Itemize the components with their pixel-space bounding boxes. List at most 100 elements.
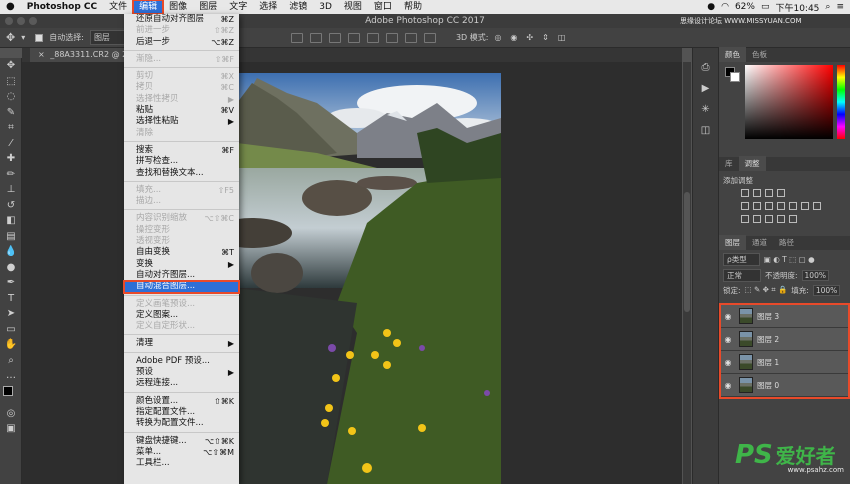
tool-preset-chevron-icon[interactable]: ▾ xyxy=(21,33,25,42)
wifi-icon[interactable]: ◠ xyxy=(721,2,729,12)
visibility-eye-icon[interactable]: ◉ xyxy=(721,358,735,367)
hand-tool-button[interactable]: ✋ xyxy=(0,337,22,353)
edit-menu-item[interactable]: 颜色设置... ⇧⌘K xyxy=(124,396,239,407)
tab-adjustments[interactable]: 调整 xyxy=(738,156,766,171)
edit-menu-item[interactable]: 变换 ▶ xyxy=(124,259,239,270)
edit-menu-item[interactable]: 后退一步 ⌥⌘Z xyxy=(124,37,239,48)
levels-icon[interactable] xyxy=(753,189,761,197)
invert-icon[interactable] xyxy=(741,215,749,223)
edit-menu-item[interactable]: 自动对齐图层... xyxy=(124,270,239,281)
align-right-icon[interactable] xyxy=(385,32,398,43)
menu-window[interactable]: 窗口 xyxy=(368,0,398,14)
edit-menu-item[interactable]: 远程连接... xyxy=(124,378,239,389)
curves-icon[interactable] xyxy=(765,189,773,197)
path-select-tool-button[interactable]: ➤ xyxy=(0,306,22,322)
auto-select-checkbox[interactable] xyxy=(35,33,44,42)
properties-panel-icon[interactable]: ✳ xyxy=(701,104,709,115)
battery-icon[interactable]: ▭ xyxy=(761,2,770,12)
history-panel-icon[interactable]: ⎙ xyxy=(702,62,710,73)
dodge-tool-button[interactable]: ● xyxy=(0,260,22,276)
menu-view[interactable]: 视图 xyxy=(338,0,368,14)
scrollbar-thumb[interactable] xyxy=(684,192,690,312)
shape-tool-button[interactable]: ▭ xyxy=(0,322,22,338)
slide-3d-icon[interactable]: ⇕ xyxy=(542,33,549,42)
gradient-tool-button[interactable]: ▤ xyxy=(0,229,22,245)
visibility-eye-icon[interactable]: ◉ xyxy=(721,312,735,321)
tab-color[interactable]: 颜色 xyxy=(719,47,746,62)
align-top-icon[interactable] xyxy=(290,32,303,43)
search-icon[interactable]: ⌕ xyxy=(825,2,830,12)
menu-filter[interactable]: 滤镜 xyxy=(283,0,313,14)
opacity-input[interactable]: 100% xyxy=(801,269,829,281)
exposure-icon[interactable] xyxy=(777,189,785,197)
edit-menu-item[interactable]: 清理 ▶ xyxy=(124,338,239,349)
align-bottom-icon[interactable] xyxy=(328,32,341,43)
menu-image[interactable]: 图像 xyxy=(163,0,193,14)
fill-input[interactable]: 100% xyxy=(812,284,841,296)
brightness-icon[interactable] xyxy=(741,189,749,197)
hue-sat-icon[interactable] xyxy=(753,202,761,210)
align-vcenter-icon[interactable] xyxy=(309,32,322,43)
edit-menu-item[interactable]: Adobe PDF 预设... xyxy=(124,356,239,367)
distribute-h-icon[interactable] xyxy=(423,32,436,43)
edit-menu-item[interactable]: 自由变换 ⌘T xyxy=(124,247,239,258)
move-tool-icon[interactable]: ✥ xyxy=(6,31,15,44)
crop-tool-button[interactable]: ⌗ xyxy=(0,120,22,136)
edit-menu-item[interactable]: 键盘快捷键... ⌥⇧⌘K xyxy=(124,436,239,447)
pan-3d-icon[interactable]: ✣ xyxy=(526,33,533,42)
marquee-tool-button[interactable]: ⬚ xyxy=(0,74,22,90)
clone-stamp-tool-button[interactable]: ⊥ xyxy=(0,182,22,198)
zoom-button[interactable] xyxy=(29,17,37,25)
eraser-tool-button[interactable]: ◧ xyxy=(0,213,22,229)
edit-menu-item[interactable]: 自动混合图层... xyxy=(123,280,240,294)
edit-menu-item[interactable]: 选择性粘贴 ▶ xyxy=(124,116,239,127)
edit-menu-item[interactable]: 菜单... ⌥⇧⌘M xyxy=(124,447,239,458)
type-tool-button[interactable]: T xyxy=(0,291,22,307)
tab-layers[interactable]: 图层 xyxy=(719,235,746,250)
clock[interactable]: 下午10:45 xyxy=(775,1,819,14)
color-picker-field[interactable] xyxy=(745,65,833,139)
edit-menu-item[interactable]: 定义图案... xyxy=(124,310,239,321)
eyedropper-tool-button[interactable]: ⁄ xyxy=(0,136,22,152)
tab-swatches[interactable]: 色板 xyxy=(746,47,773,62)
layer-row[interactable]: ◉ 图层 2 xyxy=(721,328,848,351)
document-tab[interactable]: × _88A3311.CR2 @ 20.6%( xyxy=(30,48,130,62)
blur-tool-button[interactable]: 💧 xyxy=(0,244,22,260)
layer-row[interactable]: ◉ 图层 3 xyxy=(721,305,848,328)
auto-select-dropdown[interactable]: 图层 xyxy=(89,30,125,45)
edit-menu-item[interactable]: 转换为配置文件... xyxy=(124,418,239,429)
actions-panel-icon[interactable]: ▶ xyxy=(702,83,710,94)
tab-channels[interactable]: 通道 xyxy=(746,235,773,250)
quick-select-tool-button[interactable]: ✎ xyxy=(0,105,22,121)
more-tools-button[interactable]: … xyxy=(0,368,22,384)
filter-icons[interactable]: ▣ ◐ T ⬚ ▢ ● xyxy=(764,255,815,264)
gradient-map-icon[interactable] xyxy=(777,215,785,223)
photo-filter-icon[interactable] xyxy=(789,202,797,210)
lasso-tool-button[interactable]: ◌ xyxy=(0,89,22,105)
history-brush-tool-button[interactable]: ↺ xyxy=(0,198,22,214)
menu-edit[interactable]: 编辑 xyxy=(132,0,165,15)
minimize-button[interactable] xyxy=(17,17,25,25)
close-button[interactable] xyxy=(5,17,13,25)
lock-icons[interactable]: ⬚ ✎ ✥ ⌗ 🔒 xyxy=(745,285,788,295)
menu-3d[interactable]: 3D xyxy=(313,0,338,14)
edit-menu-item[interactable]: 查找和替换文本... xyxy=(124,168,239,179)
quick-mask-button[interactable]: ◎ xyxy=(0,406,22,422)
vibrance-icon[interactable] xyxy=(741,202,749,210)
blend-mode-dropdown[interactable]: 正常 xyxy=(723,268,761,282)
posterize-icon[interactable] xyxy=(753,215,761,223)
hue-slider[interactable] xyxy=(837,65,845,139)
edit-menu-item[interactable]: 拼写检查... xyxy=(124,156,239,167)
orbit-3d-icon[interactable]: ◎ xyxy=(494,33,501,42)
info-panel-icon[interactable]: ◫ xyxy=(701,125,710,136)
edit-menu-item[interactable]: 预设 ▶ xyxy=(124,367,239,378)
roll-3d-icon[interactable]: ◉ xyxy=(510,33,517,42)
selective-color-icon[interactable] xyxy=(789,215,797,223)
pen-tool-button[interactable]: ✒ xyxy=(0,275,22,291)
wechat-icon[interactable]: ● xyxy=(707,2,715,12)
color-swatches[interactable] xyxy=(0,384,22,406)
edit-menu-item[interactable]: 工具栏... xyxy=(124,458,239,469)
tab-paths[interactable]: 路径 xyxy=(773,235,800,250)
zoom-tool-button[interactable]: ⌕ xyxy=(0,353,22,369)
color-lookup-icon[interactable] xyxy=(813,202,821,210)
